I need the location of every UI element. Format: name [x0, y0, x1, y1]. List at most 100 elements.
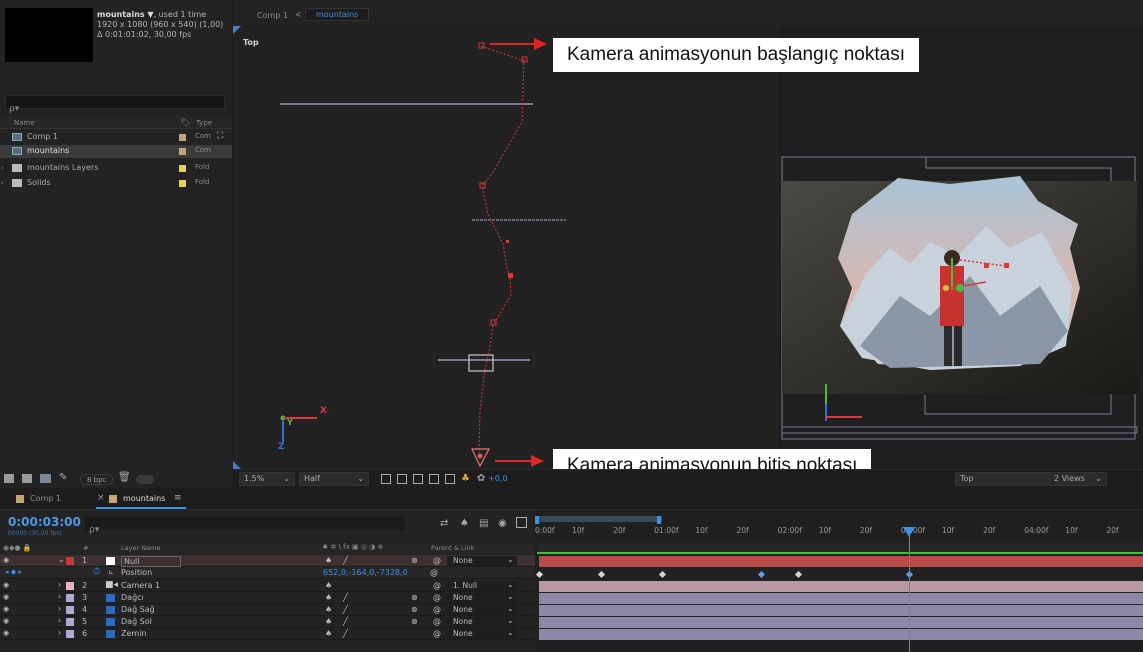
chevron-right-icon[interactable]: ›	[58, 616, 61, 625]
shy-icon[interactable]: ♠	[325, 556, 332, 565]
new-comp-icon[interactable]	[40, 474, 51, 483]
project-settings-icon[interactable]: ✎	[59, 472, 67, 483]
eye-icon[interactable]: ◉	[3, 629, 9, 637]
label-color[interactable]	[66, 630, 74, 638]
viewer-right-active-camera[interactable]	[780, 26, 1143, 469]
shy-icon[interactable]: ♠	[325, 605, 332, 614]
resolution-select[interactable]: Half ⌄	[299, 472, 369, 486]
project-item[interactable]: mountains Com	[0, 145, 232, 158]
shy-layers-icon[interactable]: ♠	[460, 518, 469, 529]
layer-track[interactable]	[539, 605, 1143, 616]
pickwhip-icon[interactable]: @	[433, 629, 441, 638]
zoom-select[interactable]: 1.5% ⌄	[239, 472, 295, 486]
tab-comp1[interactable]: Comp 1	[30, 494, 61, 503]
new-folder-icon[interactable]	[22, 474, 32, 483]
layer-track-null[interactable]	[539, 556, 1143, 567]
project-item[interactable]: Comp 1 Com ⛶	[0, 131, 232, 144]
frame-blending-icon[interactable]: ▤	[479, 518, 488, 529]
trash-icon[interactable]: 🗑	[118, 472, 131, 483]
chevron-right-icon[interactable]: ›	[1, 164, 4, 172]
eye-icon[interactable]: ◉	[3, 617, 9, 625]
project-comp-name[interactable]: mountains ▼	[97, 10, 154, 19]
breadcrumb-mountains[interactable]: mountains	[305, 8, 370, 21]
current-time-indicator[interactable]	[902, 527, 915, 537]
pickwhip-icon[interactable]: @	[433, 593, 441, 602]
quality-icon[interactable]: ╱	[343, 617, 348, 626]
mask-visibility-icon[interactable]	[413, 474, 423, 484]
stopwatch-icon[interactable]: ⏱	[93, 567, 100, 577]
quality-icon[interactable]: ╱	[343, 605, 348, 614]
eye-icon[interactable]: ◉	[3, 556, 9, 564]
tab-mountains[interactable]: mountains	[123, 494, 165, 503]
layer-row[interactable]: ◉ ⌄ 1 Null ♠ ╱ ⊗ @ None ⌄	[0, 555, 535, 567]
3d-layer-icon[interactable]: ⊗	[411, 605, 418, 614]
keyframe-nav-icon[interactable]: ◂ ◆ ▸	[5, 568, 22, 576]
bpc-button[interactable]: 8 bpc	[80, 474, 114, 485]
color-channel-icon[interactable]: ♣	[461, 473, 470, 484]
col-layer-name[interactable]: Layer Name	[121, 544, 160, 552]
region-of-interest-icon[interactable]	[381, 474, 391, 484]
pickwhip-icon[interactable]: @	[433, 617, 441, 626]
viewer-left-top[interactable]: Top X Y Z	[233, 26, 779, 469]
exposure-reset-icon[interactable]: ✿	[477, 473, 485, 484]
work-area-end-handle[interactable]	[657, 516, 661, 524]
transparency-grid-icon[interactable]	[397, 474, 407, 484]
position-value[interactable]: 652,0,-164,0,-7328,0	[323, 568, 408, 577]
work-area-start-handle[interactable]	[535, 516, 539, 524]
layer-row[interactable]: ◉ › 4 Dağ Sağ ♠ ╱ ⊗ @ None ⌄	[0, 604, 535, 616]
layer-name[interactable]: Zemin	[121, 629, 147, 638]
timeline-search-input[interactable]: ρ▾	[85, 517, 405, 535]
chevron-right-icon[interactable]: ›	[58, 592, 61, 601]
breadcrumb-comp1[interactable]: Comp 1	[257, 11, 288, 20]
panel-menu-icon[interactable]: ≡	[174, 493, 182, 503]
layer-name[interactable]: Dağcı	[121, 593, 144, 602]
composition-mini-flowchart-icon[interactable]: ⇄	[440, 518, 448, 529]
camera-path-drawing[interactable]	[233, 26, 779, 469]
eye-icon[interactable]: ◉	[3, 605, 9, 613]
views-layout-select[interactable]: 2 Views ⌄	[1049, 472, 1107, 486]
close-icon[interactable]: ×	[97, 493, 105, 503]
guide-options-icon[interactable]	[429, 474, 439, 484]
shy-icon[interactable]: ♠	[325, 617, 332, 626]
project-item[interactable]: › Solids Fold	[0, 177, 232, 190]
quality-icon[interactable]: ╱	[343, 593, 348, 602]
chevron-right-icon[interactable]: ›	[1, 179, 4, 187]
property-row-position[interactable]: ◂ ◆ ▸ ⏱ ⊾ Position 652,0,-164,0,-7328,0 …	[0, 567, 535, 579]
time-ruler[interactable]: 0:00f 10f 20f 01:00f 10f 20f 02:00f 10f 20f 03:00…	[535, 524, 1143, 542]
layer-name[interactable]: Null	[121, 556, 181, 567]
label-color[interactable]	[66, 594, 74, 602]
3d-layer-icon[interactable]: ⊗	[411, 556, 418, 565]
pickwhip-icon[interactable]: @	[433, 581, 441, 590]
graph-icon[interactable]: ⊾	[108, 568, 114, 576]
chevron-right-icon[interactable]: ›	[58, 580, 61, 589]
work-area-bar[interactable]	[537, 516, 662, 522]
3d-layer-icon[interactable]: ⊗	[411, 593, 418, 602]
layer-name[interactable]: Camera 1	[121, 581, 160, 590]
flowchart-icon[interactable]: ⛶	[217, 131, 223, 141]
col-parent-link[interactable]: Parent & Link	[431, 544, 474, 552]
current-timecode[interactable]: 0:00:03:00	[8, 515, 81, 529]
label-color[interactable]	[66, 557, 74, 565]
layer-row[interactable]: ◉ › 5 Dağ Sol ♠ ╱ ⊗ @ None ⌄	[0, 616, 535, 628]
layer-row[interactable]: ◉ › 6 Zemin ♠ ╱ @ None ⌄	[0, 628, 535, 640]
layer-row[interactable]: ◉ › 2 ■◂ Camera 1 ♠ @ 1. Null ⌄	[0, 580, 535, 592]
chevron-right-icon[interactable]: ›	[58, 604, 61, 613]
project-search-input[interactable]: ρ▾	[5, 95, 225, 114]
layer-track[interactable]	[539, 629, 1143, 640]
chevron-down-icon[interactable]: ⌄	[58, 555, 65, 564]
shy-icon[interactable]: ♠	[325, 629, 332, 638]
label-color[interactable]	[66, 606, 74, 614]
cache-toggle[interactable]	[136, 475, 154, 484]
layer-track[interactable]	[539, 593, 1143, 604]
pickwhip-icon[interactable]: @	[430, 568, 438, 577]
label-color[interactable]	[66, 582, 74, 590]
motion-blur-icon[interactable]: ◉	[498, 518, 507, 529]
shy-icon[interactable]: ♠	[325, 593, 332, 602]
exposure-value[interactable]: +0,0	[488, 474, 507, 483]
layer-name[interactable]: Dağ Sağ	[121, 605, 155, 614]
grid-icon[interactable]	[445, 474, 455, 484]
layer-row[interactable]: ◉ › 3 Dağcı ♠ ╱ ⊗ @ None ⌄	[0, 592, 535, 604]
quality-icon[interactable]: ╱	[343, 556, 348, 565]
layer-track[interactable]	[539, 617, 1143, 628]
layer-name[interactable]: Dağ Sol	[121, 617, 152, 626]
